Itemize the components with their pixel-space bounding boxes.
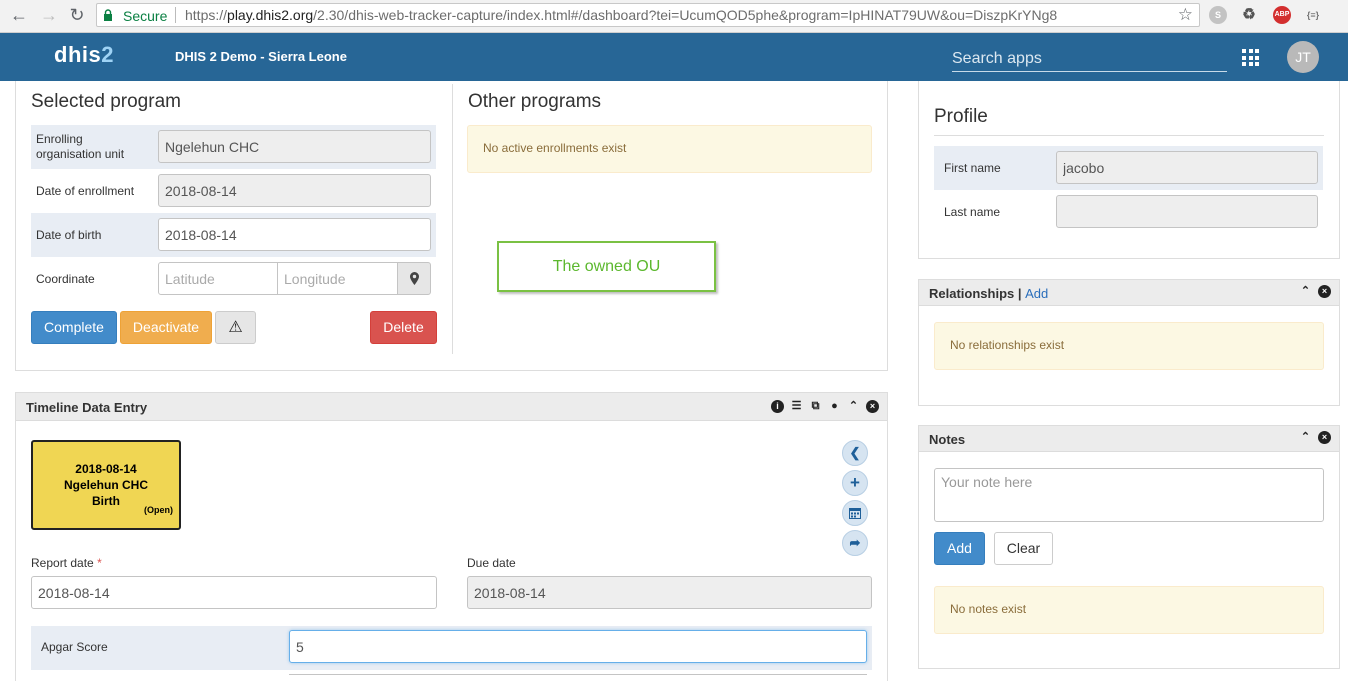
info-icon[interactable]: i: [771, 400, 784, 413]
url-text[interactable]: https://play.dhis2.org/2.30/dhis-web-tra…: [185, 7, 1057, 23]
lock-icon: [104, 9, 112, 21]
warning-icon: ⚠: [228, 319, 243, 336]
event-card-birth[interactable]: 2018-08-14 Ngelehun CHC Birth (Open): [31, 440, 181, 530]
owned-ou-annotation: The owned OU: [497, 241, 716, 292]
first-name-label: First name: [944, 161, 1001, 175]
deactivate-button[interactable]: Deactivate: [120, 311, 212, 344]
report-date-field[interactable]: [31, 576, 437, 609]
collapse-relationships-icon[interactable]: ⌃: [1299, 285, 1312, 298]
enrolling-org-unit-row: Enrolling organisation unit: [31, 125, 436, 169]
latitude-input[interactable]: [158, 262, 278, 295]
no-enrollments-alert: No active enrollments exist: [467, 125, 872, 173]
date-of-birth-field[interactable]: [158, 218, 431, 251]
chevron-left-icon[interactable]: ❮: [842, 440, 868, 466]
coordinate-row: Coordinate: [31, 257, 436, 301]
user-icon[interactable]: ●: [828, 400, 841, 413]
timeline-title: Timeline Data Entry: [26, 400, 148, 415]
date-of-birth-row: Date of birth: [31, 213, 436, 257]
apgar-score-label: Apgar Score: [41, 640, 108, 654]
recycle-extension-icon[interactable]: ♻: [1240, 6, 1258, 24]
close-notes-icon[interactable]: ×: [1318, 431, 1331, 444]
notes-header: Notes ⌃ ×: [919, 426, 1339, 452]
last-name-field[interactable]: [1056, 195, 1318, 228]
delete-button[interactable]: Delete: [370, 311, 437, 344]
search-apps-input[interactable]: [952, 46, 1227, 72]
copy-icon[interactable]: ⧉: [809, 400, 822, 413]
apgar-score-input[interactable]: [289, 630, 867, 663]
add-note-button[interactable]: Add: [934, 532, 985, 565]
add-event-icon[interactable]: +: [842, 470, 868, 496]
user-avatar[interactable]: JT: [1287, 41, 1319, 73]
json-extension-icon[interactable]: {≡}: [1304, 6, 1322, 24]
url-separator: [175, 7, 176, 23]
report-date-label: Report date *: [31, 556, 102, 570]
profile-divider: [934, 135, 1324, 136]
browser-toolbar: ← → ↻ Secure https://play.dhis2.org/2.30…: [0, 0, 1348, 33]
no-relationships-alert: No relationships exist: [934, 322, 1324, 370]
collapse-timeline-icon[interactable]: ⌃: [847, 400, 860, 413]
last-name-row: Last name: [934, 190, 1323, 234]
enrolling-org-unit-label: Enrolling organisation unit: [36, 132, 125, 161]
next-field-edge: [289, 674, 867, 675]
due-date-field[interactable]: [467, 576, 872, 609]
add-relationship-link[interactable]: Add: [1025, 286, 1048, 301]
adblock-extension-icon[interactable]: ABP: [1273, 6, 1291, 24]
address-bar[interactable]: Secure https://play.dhis2.org/2.30/dhis-…: [96, 3, 1200, 27]
map-marker-icon: [410, 272, 419, 285]
clear-note-button[interactable]: Clear: [994, 532, 1053, 565]
last-name-label: Last name: [944, 205, 1001, 219]
enrollment-date-field[interactable]: [158, 174, 431, 207]
event-date: 2018-08-14: [75, 462, 137, 476]
first-name-field[interactable]: [1056, 151, 1318, 184]
coordinate-label: Coordinate: [36, 272, 95, 286]
secure-label: Secure: [123, 8, 168, 24]
list-icon[interactable]: ☰: [790, 400, 803, 413]
warning-button[interactable]: ⚠: [215, 311, 256, 344]
enrolling-org-unit-field[interactable]: [158, 130, 431, 163]
relationships-header: Relationships | Add ⌃ ×: [919, 280, 1339, 306]
share-forward-icon[interactable]: ➦: [842, 530, 868, 556]
reload-icon[interactable]: ↻: [66, 4, 88, 26]
instance-title: DHIS 2 Demo - Sierra Leone: [175, 49, 347, 64]
notes-title: Notes: [929, 432, 966, 447]
profile-title: Profile: [934, 106, 988, 127]
event-org-unit: Ngelehun CHC: [64, 478, 148, 492]
longitude-input[interactable]: [277, 262, 398, 295]
calendar-icon[interactable]: [842, 500, 868, 526]
due-date-label: Due date: [467, 556, 516, 570]
close-relationships-icon[interactable]: ×: [1318, 285, 1331, 298]
complete-button[interactable]: Complete: [31, 311, 117, 344]
apgar-score-row: Apgar Score: [31, 626, 872, 670]
dhis2-logo[interactable]: dhis2: [54, 42, 114, 68]
timeline-header: Timeline Data Entry i ☰ ⧉ ● ⌃ ×: [16, 393, 887, 421]
event-status: (Open): [144, 505, 173, 515]
no-notes-alert: No notes exist: [934, 586, 1324, 634]
calendar-glyph: [849, 508, 861, 519]
relationships-title: Relationships: [929, 286, 1015, 301]
apps-grid-icon[interactable]: [1242, 49, 1259, 66]
map-pin-button[interactable]: [397, 262, 431, 295]
enrollment-date-row: Date of enrollment: [31, 169, 436, 213]
note-textarea[interactable]: [934, 468, 1324, 522]
first-name-row: First name: [934, 146, 1323, 190]
date-of-birth-label: Date of birth: [36, 228, 102, 242]
back-arrow-icon[interactable]: ←: [8, 4, 30, 26]
forward-arrow-icon[interactable]: →: [38, 4, 60, 26]
enrollment-divider: [452, 84, 453, 354]
skype-extension-icon[interactable]: S: [1209, 6, 1227, 24]
enrollment-date-label: Date of enrollment: [36, 184, 135, 198]
close-timeline-icon[interactable]: ×: [866, 400, 879, 413]
bookmark-star-icon[interactable]: ☆: [1178, 5, 1193, 25]
dhis2-header: dhis2 DHIS 2 Demo - Sierra Leone JT: [0, 33, 1348, 81]
other-programs-title: Other programs: [468, 91, 602, 112]
selected-program-title: Selected program: [31, 91, 181, 112]
collapse-notes-icon[interactable]: ⌃: [1299, 431, 1312, 444]
